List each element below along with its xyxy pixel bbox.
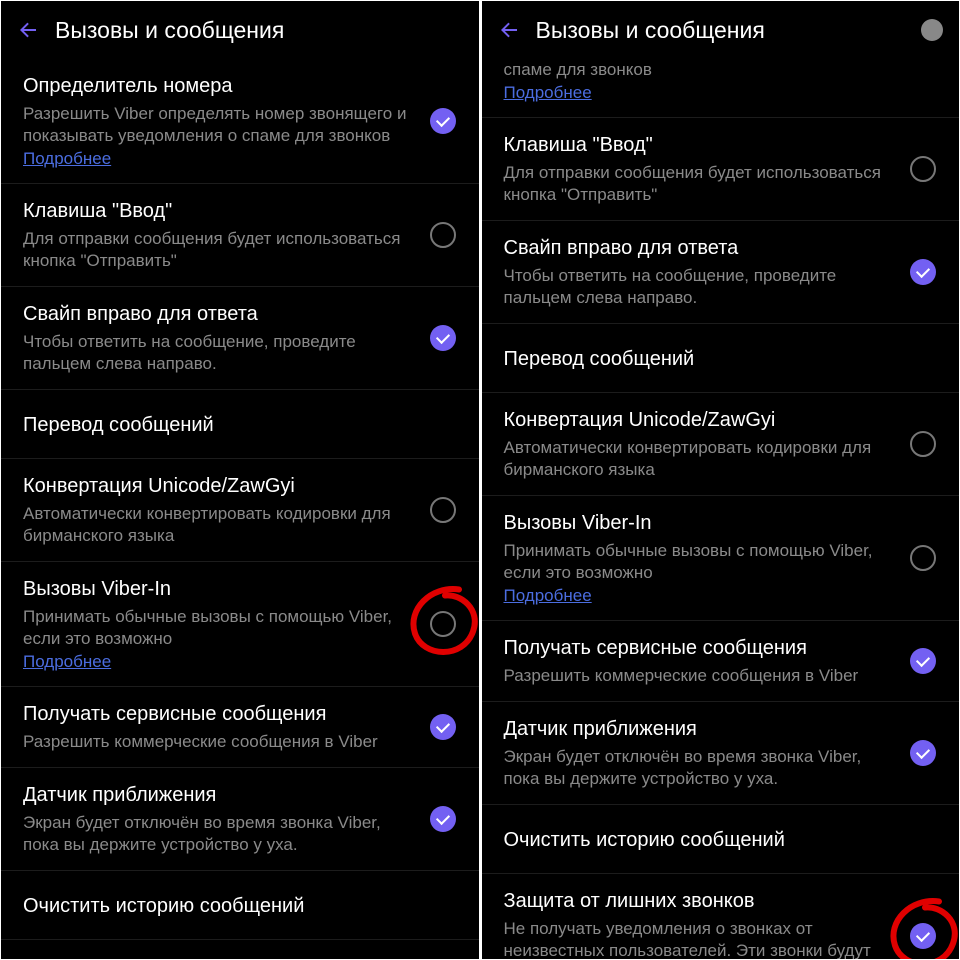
row-title: Определитель номера [23,73,415,99]
toggle-on-icon[interactable] [425,806,461,832]
settings-row[interactable]: Конвертация Unicode/ZawGyi Автоматически … [1,459,479,562]
row-title: Конвертация Unicode/ZawGyi [504,407,896,433]
settings-row[interactable]: Получать сервисные сообщения Разрешить ко… [482,621,960,702]
section-title: Очистить историю сообщений [504,827,938,853]
row-title: Вызовы Viber-In [23,576,415,602]
screenshot-left: Вызовы и сообщения Определитель номера Ра… [1,1,479,959]
toggle-on-icon[interactable] [425,714,461,740]
header: Вызовы и сообщения [482,1,960,59]
settings-row[interactable]: Датчик приближения Экран будет отключён в… [482,702,960,805]
settings-list[interactable]: спаме для звонковПодробнееКлавиша "Ввод"… [482,59,960,959]
section-title: Перевод сообщений [504,346,938,372]
row-description: Для отправки сообщения будет использоват… [504,162,896,206]
section-header[interactable]: Перевод сообщений [482,324,960,393]
row-description: Автоматически конвертировать кодировки д… [504,437,896,481]
row-title: Свайп вправо для ответа [504,235,896,261]
toggle-on-icon[interactable] [425,108,461,134]
row-title: Получать сервисные сообщения [23,701,415,727]
page-title: Вызовы и сообщения [536,17,765,44]
toggle-on-icon[interactable] [905,648,941,674]
section-header[interactable]: Очистить историю сообщений [1,871,479,940]
row-title: Датчик приближения [504,716,896,742]
section-title: Перевод сообщений [23,412,457,438]
row-description: Чтобы ответить на сообщение, проведите п… [23,331,415,375]
row-title: Конвертация Unicode/ZawGyi [23,473,415,499]
toggle-on-icon[interactable] [425,325,461,351]
settings-row[interactable]: Датчик приближения Экран будет отключён в… [1,768,479,871]
row-description: Принимать обычные вызовы с помощью Viber… [23,606,415,650]
row-description: Чтобы ответить на сообщение, проведите п… [504,265,896,309]
settings-row[interactable]: Вызовы Viber-In Принимать обычные вызовы … [482,496,960,621]
settings-row[interactable]: Клавиша "Ввод" Для отправки сообщения буд… [482,118,960,221]
settings-row[interactable]: Вызовы Viber-In Принимать обычные вызовы … [1,562,479,687]
toggle-on-icon[interactable] [905,740,941,766]
toggle-off-icon[interactable] [425,222,461,248]
row-description: Автоматически конвертировать кодировки д… [23,503,415,547]
row-title: Клавиша "Ввод" [23,198,415,224]
more-link[interactable]: Подробнее [23,149,111,169]
row-description: Разрешить коммерческие сообщения в Viber [23,731,415,753]
row-description: спаме для звонков [504,59,932,81]
settings-row[interactable]: Определитель номера Разрешить Viber опред… [1,59,479,184]
row-title: Вызовы Viber-In [504,510,896,536]
more-link[interactable]: Подробнее [23,652,111,672]
section-header[interactable]: Перевод сообщений [1,390,479,459]
toggle-off-icon[interactable] [425,611,461,637]
settings-list[interactable]: Определитель номера Разрешить Viber опред… [1,59,479,959]
row-description: Разрешить коммерческие сообщения в Viber [504,665,896,687]
screenshot-right: Вызовы и сообщения спаме для звонковПодр… [482,1,960,959]
toggle-on-icon[interactable] [905,923,941,949]
row-description: Для отправки сообщения будет использоват… [23,228,415,272]
settings-row[interactable]: Клавиша "Ввод" Для отправки сообщения буд… [1,184,479,287]
back-arrow-icon[interactable] [492,13,526,47]
more-link[interactable]: Подробнее [504,586,592,606]
settings-row[interactable]: Получать сервисные сообщения Разрешить ко… [1,687,479,768]
header: Вызовы и сообщения [1,1,479,59]
section-title: Очистить историю сообщений [23,893,457,919]
row-description: Не получать уведомления о звонках от неи… [504,918,896,959]
toggle-off-icon[interactable] [905,545,941,571]
toggle-off-icon[interactable] [425,497,461,523]
row-title: Датчик приближения [23,782,415,808]
row-description: Экран будет отключён во время звонка Vib… [23,812,415,856]
settings-row[interactable]: Конвертация Unicode/ZawGyi Автоматически … [482,393,960,496]
page-title: Вызовы и сообщения [55,17,284,44]
row-description: Принимать обычные вызовы с помощью Viber… [504,540,896,584]
more-link[interactable]: Подробнее [504,83,592,103]
touch-indicator-icon [921,19,943,41]
toggle-off-icon[interactable] [905,156,941,182]
row-title: Свайп вправо для ответа [23,301,415,327]
row-title: Получать сервисные сообщения [504,635,896,661]
row-description: Разрешить Viber определять номер звоняще… [23,103,415,147]
settings-row[interactable]: Защита от лишних звонков Не получать увед… [482,874,960,959]
toggle-on-icon[interactable] [905,259,941,285]
row-title: Защита от лишних звонков [504,888,896,914]
settings-row[interactable]: Свайп вправо для ответа Чтобы ответить на… [1,287,479,390]
settings-row[interactable]: Свайп вправо для ответа Чтобы ответить на… [482,221,960,324]
row-title: Клавиша "Ввод" [504,132,896,158]
back-arrow-icon[interactable] [11,13,45,47]
section-header[interactable]: Очистить историю сообщений [482,805,960,874]
toggle-off-icon[interactable] [905,431,941,457]
settings-row-partial[interactable]: спаме для звонковПодробнее [482,59,960,118]
row-description: Экран будет отключён во время звонка Vib… [504,746,896,790]
